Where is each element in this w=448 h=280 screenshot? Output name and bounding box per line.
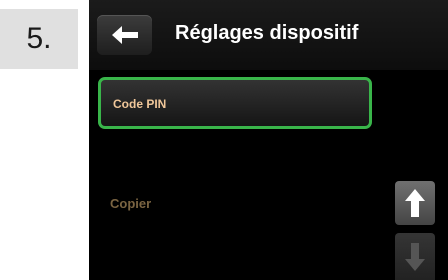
scroll-down-button[interactable] [395,233,435,280]
list-item-copier[interactable]: Copier [110,195,310,215]
page-title: Réglages dispositif [175,22,359,44]
step-number-box: 5. [0,9,78,69]
arrow-down-icon [405,242,425,271]
list-item-label: Copier [110,196,152,211]
arrow-up-icon [405,189,425,217]
device-screen: Réglages dispositif Code PIN Copier [89,0,448,280]
list-item-code-pin[interactable]: Code PIN [98,77,372,129]
arrow-left-icon [111,26,138,44]
list-item-label: Code PIN [113,97,167,111]
back-button[interactable] [97,15,152,55]
step-number: 5. [26,22,52,55]
header-bar: Réglages dispositif [89,0,448,70]
scroll-up-button[interactable] [395,181,435,225]
